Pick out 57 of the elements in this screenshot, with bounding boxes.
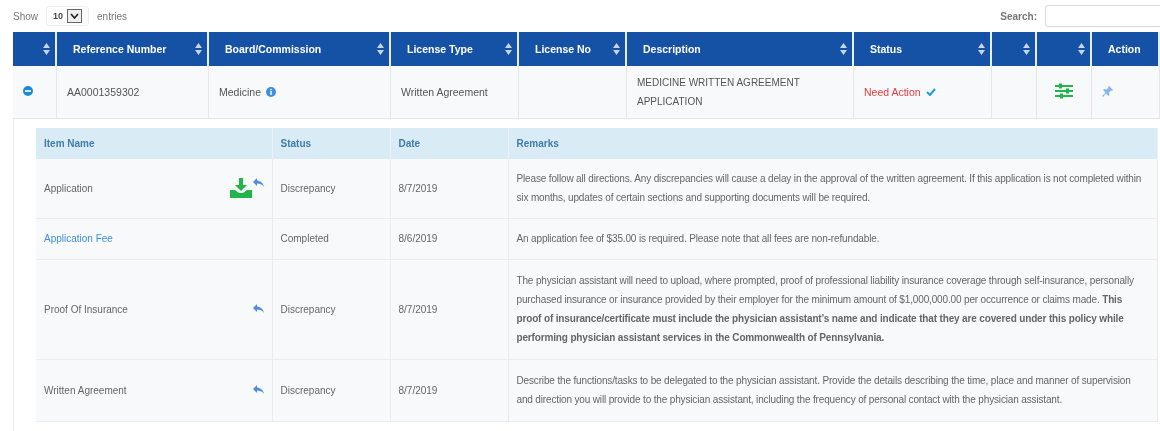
sort-icon[interactable] bbox=[1078, 43, 1085, 55]
column-header[interactable] bbox=[13, 32, 57, 66]
column-header[interactable]: Reference Number bbox=[57, 32, 209, 66]
reply-icon[interactable] bbox=[252, 304, 264, 314]
entries-select[interactable]: 10 bbox=[46, 6, 90, 26]
column-header[interactable]: Description bbox=[627, 32, 854, 66]
item-date: 8/6/2019 bbox=[398, 233, 438, 244]
sort-icon[interactable] bbox=[43, 43, 50, 55]
reply-icon[interactable] bbox=[252, 178, 264, 189]
column-header[interactable]: Board/Commission bbox=[209, 32, 391, 66]
sort-icon[interactable] bbox=[1023, 43, 1030, 55]
item-name: Proof Of Insurance bbox=[44, 302, 128, 317]
item-status: Completed bbox=[280, 233, 329, 244]
sort-icon[interactable] bbox=[377, 43, 384, 55]
column-header: Status bbox=[280, 138, 312, 149]
column-header: Action bbox=[1092, 32, 1160, 66]
collapse-icon[interactable] bbox=[23, 86, 33, 96]
reference-number: AA0001359302 bbox=[67, 86, 140, 98]
column-header[interactable]: License Type bbox=[391, 32, 519, 66]
search-field[interactable] bbox=[1045, 5, 1160, 27]
column-header: Item Name bbox=[44, 138, 95, 149]
search-label: Search: bbox=[1000, 10, 1037, 22]
sliders-icon[interactable] bbox=[1055, 83, 1073, 99]
info-icon[interactable] bbox=[266, 87, 277, 97]
item-name: Written Agreement bbox=[44, 383, 127, 398]
item-date: 8/7/2019 bbox=[398, 384, 438, 396]
item-name: Application bbox=[44, 181, 93, 196]
show-label: Show bbox=[13, 10, 38, 22]
column-header: Date bbox=[398, 138, 421, 149]
sort-icon[interactable] bbox=[840, 43, 847, 55]
item-status: Discrepancy bbox=[280, 384, 336, 396]
sort-icon[interactable] bbox=[505, 43, 512, 55]
board-name: Medicine bbox=[219, 86, 262, 98]
remarks-text: Please follow all directions. Any discrepancies will cause a delay in the approval of the written agreement. If this application is not completed within six months, updates of certain sections and supporting documents will be required. bbox=[516, 173, 1142, 204]
column-header[interactable] bbox=[1037, 32, 1092, 66]
license-type: Written Agreement bbox=[401, 86, 488, 98]
item-date: 8/7/2019 bbox=[398, 182, 438, 194]
caret-icon bbox=[67, 9, 83, 23]
check-icon bbox=[925, 88, 936, 96]
column-header: Remarks bbox=[516, 138, 559, 149]
remarks-text: The physician assistant will need to upload, where prompted, proof of professional liability insurance coverage through self-insurance, personally purchased insurance or insurance provided by their employer for the minimum amount of $1,000,000.00 per occurrence or claims made. This proof of insurance/certificate must include the physician assistant’s name and indicate that they are covered under this policy while performing physician assistant services in the Commonwealth of Pennsylvania. bbox=[516, 275, 1134, 343]
remarks-text: Describe the functions/tasks to be delegated to the physician assistant. Provide the details describing the time, place and manner of supervision and direction you will provide to the physician assistant, including the frequency of personal contact with the physician assistant. bbox=[516, 375, 1131, 405]
item-status: Discrepancy bbox=[280, 182, 336, 194]
download-icon[interactable] bbox=[229, 178, 252, 199]
column-header[interactable] bbox=[992, 32, 1037, 66]
entries-label: entries bbox=[97, 10, 128, 22]
remarks-text: An application fee of $35.00 is required. Please note that all fees are non-refundable. bbox=[516, 233, 880, 244]
status-text: Need Action bbox=[864, 86, 921, 98]
item-status: Discrepancy bbox=[280, 303, 336, 315]
item-date: 8/7/2019 bbox=[398, 303, 438, 315]
reply-icon[interactable] bbox=[252, 385, 264, 395]
description: MEDICINE WRITTEN AGREEMENT APPLICATION bbox=[637, 77, 800, 107]
sort-icon[interactable] bbox=[195, 43, 202, 55]
column-header[interactable]: License No bbox=[519, 32, 627, 66]
sort-icon[interactable] bbox=[978, 43, 985, 55]
sort-icon[interactable] bbox=[613, 43, 620, 55]
column-header[interactable]: Status bbox=[854, 32, 992, 66]
